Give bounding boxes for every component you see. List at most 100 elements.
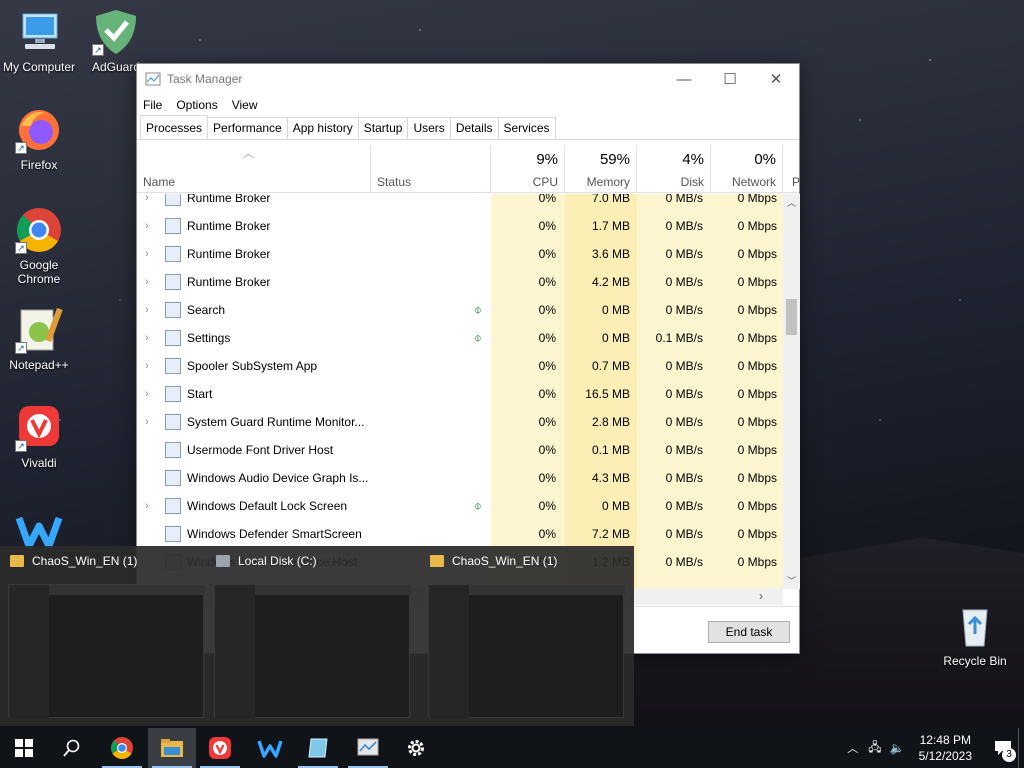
process-list[interactable]: › Runtime Broker 0% 7.0 MB 0 MB/s 0 Mbps › Runt… (137, 194, 783, 589)
tab-services[interactable]: Services (497, 117, 556, 139)
column-header-cpu[interactable]: 9% CPU (491, 145, 565, 193)
taskbar-file-explorer[interactable] (148, 728, 196, 768)
vertical-scrollbar[interactable]: ︿ ﹀ (783, 194, 800, 589)
clock[interactable]: 12:48 PM 5/12/2023 (919, 732, 972, 764)
process-disk: 0 MB/s (665, 219, 703, 233)
taskbar-settings[interactable] (392, 728, 440, 768)
column-header-memory[interactable]: 59% Memory (565, 145, 637, 193)
process-name: Spooler SubSystem App (187, 359, 318, 373)
scroll-right-icon[interactable]: › (759, 589, 763, 603)
expand-chevron-icon[interactable]: › (145, 194, 149, 204)
column-header-name[interactable]: ︿ Name (137, 145, 371, 193)
scroll-up-icon[interactable]: ︿ (787, 196, 796, 209)
thumbnail-window-1[interactable]: ChaoS_Win_EN (1) (0, 546, 212, 726)
thumbnail-window-3[interactable]: ChaoS_Win_EN (1) (420, 546, 632, 726)
process-row[interactable]: › Windows Default Lock Screen ⌽ 0% 0 MB 0 MB/… (137, 492, 783, 520)
tab-details[interactable]: Details (449, 117, 499, 139)
process-row[interactable]: Usermode Font Driver Host 0% 0.1 MB 0 MB/s 0… (137, 436, 783, 464)
expand-chevron-icon[interactable]: › (145, 220, 149, 232)
process-memory: 0 MB (601, 331, 630, 345)
network-total: 0% (754, 151, 776, 168)
taskbar-w-app[interactable] (246, 728, 294, 768)
end-task-button[interactable]: End task (708, 621, 790, 643)
desktop-icon-label: Google Chrome (17, 258, 61, 286)
folder-icon (10, 555, 24, 567)
expand-chevron-icon[interactable]: › (145, 276, 149, 288)
taskbar-chrome[interactable] (98, 728, 146, 768)
process-icon (165, 274, 181, 290)
scrollbar-thumb[interactable] (786, 299, 797, 335)
chrome-icon: ↗ (15, 206, 63, 254)
column-status-label: Status (377, 175, 412, 189)
scroll-down-icon[interactable]: ﹀ (787, 574, 796, 587)
show-desktop-button[interactable] (1018, 728, 1024, 768)
column-header-status[interactable]: Status (371, 145, 491, 193)
suspended-leaf-icon: ⌽ (474, 302, 482, 317)
process-row[interactable]: Windows Audio Device Graph Is... 0% 4.3 MB… (137, 464, 783, 492)
expand-chevron-icon[interactable]: › (145, 416, 149, 428)
task-manager-icon (145, 72, 161, 86)
search-button[interactable] (48, 728, 96, 768)
process-row[interactable]: › Runtime Broker 0% 3.6 MB 0 MB/s 0 Mbps (137, 240, 783, 268)
process-name: Runtime Broker (187, 247, 271, 261)
expand-chevron-icon[interactable]: › (145, 388, 149, 400)
taskbar-vivaldi[interactable] (196, 728, 244, 768)
process-row[interactable]: Windows Defender SmartScreen 0% 7.2 MB 0 MB… (137, 520, 783, 548)
expand-chevron-icon[interactable]: › (145, 360, 149, 372)
menu-view[interactable]: View (232, 98, 258, 112)
start-button[interactable] (0, 728, 48, 768)
shortcut-arrow-icon: ↗ (15, 142, 27, 154)
vivaldi-icon (209, 737, 231, 759)
shortcut-arrow-icon: ↗ (92, 44, 104, 56)
process-row[interactable]: › Search ⌽ 0% 0 MB 0 MB/s 0 Mbps (137, 296, 783, 324)
action-center-button[interactable]: 3 (988, 728, 1018, 768)
column-header-disk[interactable]: 4% Disk (637, 145, 711, 193)
menu-file[interactable]: File (143, 98, 162, 112)
expand-chevron-icon[interactable]: › (145, 500, 149, 512)
adguard-icon: ↗ (92, 8, 140, 56)
desktop-icon-google-chrome[interactable]: ↗ Google Chrome (1, 206, 77, 286)
process-row[interactable]: › Start 0% 16.5 MB 0 MB/s 0 Mbps (137, 380, 783, 408)
close-button[interactable]: ✕ (753, 64, 799, 94)
column-header-more[interactable]: P (783, 145, 800, 193)
tab-app-history[interactable]: App history (286, 117, 359, 139)
tab-performance[interactable]: Performance (207, 117, 288, 139)
disk-total: 4% (682, 151, 704, 168)
maximize-button[interactable]: ☐ (707, 64, 753, 94)
tab-processes[interactable]: Processes (140, 115, 209, 139)
process-memory: 0 MB (601, 303, 630, 317)
minimize-button[interactable]: — (661, 64, 707, 94)
expand-chevron-icon[interactable]: › (145, 248, 149, 260)
process-row[interactable]: › Settings ⌽ 0% 0 MB 0.1 MB/s 0 Mbps (137, 324, 783, 352)
show-hidden-icons-icon[interactable]: ︿ (847, 740, 858, 756)
expand-chevron-icon[interactable]: › (145, 304, 149, 316)
process-row[interactable]: › Runtime Broker 0% 1.7 MB 0 MB/s 0 Mbps (137, 212, 783, 240)
desktop-icon-label: My Computer (2, 60, 76, 74)
tab-users[interactable]: Users (407, 117, 451, 139)
desktop-icon-firefox[interactable]: ↗ Firefox (1, 106, 77, 172)
desktop-icon-notepad-plus-plus[interactable]: ↗ Notepad++ (1, 306, 77, 372)
process-row[interactable]: › Runtime Broker 0% 4.2 MB 0 MB/s 0 Mbps (137, 268, 783, 296)
desktop-icon-vivaldi[interactable]: ↗ Vivaldi (1, 404, 77, 470)
process-row[interactable]: › Spooler SubSystem App 0% 0.7 MB 0 MB/s 0 Mb… (137, 352, 783, 380)
volume-icon[interactable]: 🔈 (890, 741, 905, 755)
network-icon[interactable]: 🖧 (868, 738, 881, 759)
tab-startup[interactable]: Startup (357, 117, 409, 139)
title-bar[interactable]: Task Manager — ☐ ✕ (137, 64, 799, 94)
desktop-icon-my-computer[interactable]: My Computer (1, 8, 77, 74)
process-icon (165, 194, 181, 206)
desktop-icon-label: Notepad++ (9, 358, 69, 372)
expand-chevron-icon[interactable]: › (145, 332, 149, 344)
process-row[interactable]: › Runtime Broker 0% 7.0 MB 0 MB/s 0 Mbps (137, 194, 783, 212)
process-icon (165, 302, 181, 318)
thumbnail-window-2[interactable]: Local Disk (C:) (206, 546, 418, 726)
taskbar-blue-app[interactable] (294, 728, 342, 768)
process-disk: 0 MB/s (665, 359, 703, 373)
taskbar-task-manager[interactable] (344, 728, 392, 768)
desktop-icon-recycle-bin[interactable]: Recycle Bin (937, 602, 1013, 668)
sort-up-icon: ︿ (243, 148, 254, 160)
process-icon (165, 330, 181, 346)
column-header-network[interactable]: 0% Network (711, 145, 783, 193)
process-row[interactable]: › System Guard Runtime Monitor... 0% 2.8 MB… (137, 408, 783, 436)
menu-options[interactable]: Options (176, 98, 217, 112)
